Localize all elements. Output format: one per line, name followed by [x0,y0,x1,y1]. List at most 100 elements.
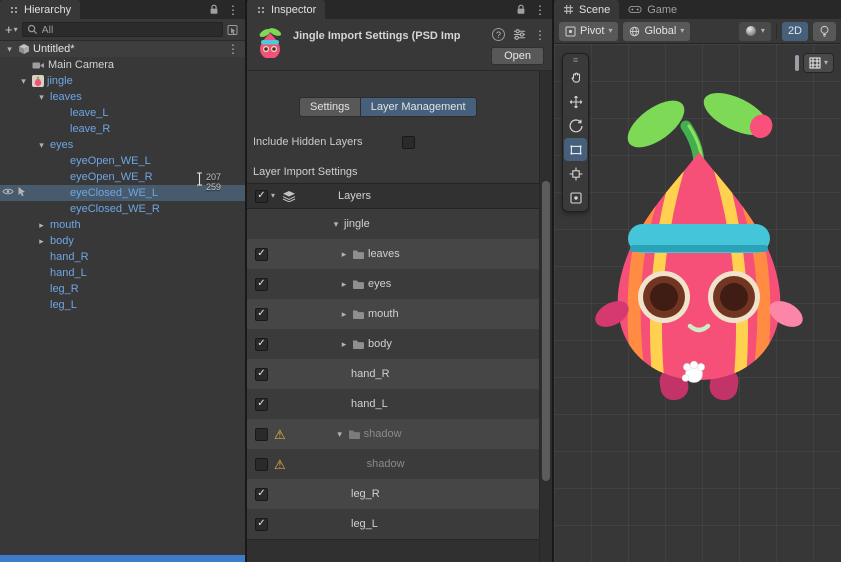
layer-row[interactable]: ✓ hand_R [247,359,539,389]
tab-label: Inspector [271,4,316,16]
rect-tool-selected[interactable] [564,138,587,161]
tab-inspector[interactable]: Inspector [247,0,325,19]
kebab-menu-icon[interactable]: ⋮ [227,43,239,55]
hierarchy-item[interactable]: leg_L [0,297,245,313]
layer-checkbox[interactable]: ✓ [255,518,268,531]
foldout-arrow[interactable]: ▸ [339,250,349,259]
layer-checkbox[interactable]: ✓ [255,278,268,291]
search-pick-icon[interactable] [227,24,240,36]
layer-row[interactable]: ✓ ▸ mouth [247,299,539,329]
layer-row[interactable]: ✓ hand_L [247,389,539,419]
presets-icon[interactable] [513,28,526,41]
rotate-tool[interactable] [564,114,587,137]
shading-mode-dropdown[interactable]: ▾ [739,22,771,41]
foldout-arrow[interactable]: ▸ [339,340,349,349]
foldout-arrow[interactable]: ▸ [339,310,349,319]
layer-checkbox[interactable]: ✓ [255,368,268,381]
foldout-arrow[interactable]: ▾ [36,141,47,150]
foldout-arrow[interactable]: ▸ [339,280,349,289]
tab-hierarchy[interactable]: Hierarchy [0,0,80,19]
foldout-arrow[interactable]: ▾ [36,93,47,102]
hierarchy-item[interactable]: ▾ jingle [0,73,245,89]
layer-row[interactable]: ✓ ▸ body [247,329,539,359]
chevron-down-icon: ▾ [608,27,612,35]
toggle-2d-button[interactable]: 2D [782,22,808,41]
hierarchy-item[interactable]: ▾ eyes [0,137,245,153]
overlay-drag-handle[interactable]: ≡ [564,55,587,65]
foldout-arrow[interactable]: ▸ [36,237,47,246]
visibility-eye-icon[interactable] [2,187,14,196]
foldout-arrow[interactable]: ▾ [331,220,341,229]
layer-checkbox[interactable]: ✓ [255,458,268,471]
layer-checkbox[interactable]: ✓ [255,248,268,261]
hierarchy-item[interactable]: eyeClosed_WE_R [0,201,245,217]
layer-row[interactable]: ▾ jingle [247,209,539,239]
hierarchy-item[interactable]: ▾ leaves [0,89,245,105]
folder-icon [352,279,365,290]
hierarchy-item[interactable]: leg_R [0,281,245,297]
scene-pick-icon[interactable] [17,186,27,197]
move-tool[interactable] [564,90,587,113]
open-button[interactable]: Open [491,47,544,65]
hierarchy-item[interactable]: eyeOpen_WE_L [0,153,245,169]
layer-row[interactable]: ✓ leg_L [247,509,539,539]
tab-game[interactable]: Game [619,0,686,19]
transform-tool[interactable] [564,162,587,185]
tab-settings[interactable]: Settings [299,97,360,117]
foldout-arrow[interactable]: ▾ [18,77,29,86]
jingle-character-sprite[interactable] [594,82,804,412]
hierarchy-item[interactable]: Main Camera [0,57,245,73]
layer-checkbox[interactable]: ✓ [255,308,268,321]
hierarchy-panel: Hierarchy ⋮ + ▾ [0,0,247,562]
custom-editor-tool[interactable] [564,186,587,209]
include-hidden-layers-checkbox[interactable]: ✓ [402,136,415,149]
kebab-menu-icon[interactable]: ⋮ [534,29,546,41]
tab-scene[interactable]: Scene [554,0,619,19]
tab-layer-management[interactable]: Layer Management [360,97,477,117]
scene-viewport[interactable]: ≡ [554,44,841,562]
scene-lighting-button[interactable] [813,22,836,41]
overlay-drag-handle[interactable] [795,55,799,71]
search-input[interactable] [42,24,218,36]
lock-icon[interactable] [515,3,527,16]
scrollbar-thumb[interactable] [542,181,550,481]
layers-master-checkbox[interactable]: ✓ [255,190,268,203]
layer-checkbox[interactable]: ✓ [255,488,268,501]
hierarchy-item[interactable]: leave_R [0,121,245,137]
lock-icon[interactable] [208,3,220,16]
scene-root-row[interactable]: ▾ Untitled* ⋮ [0,41,245,57]
chevron-down-icon[interactable]: ▾ [271,192,275,200]
layer-checkbox[interactable]: ✓ [255,338,268,351]
kebab-menu-icon[interactable]: ⋮ [534,4,546,16]
pivot-dropdown[interactable]: Pivot ▾ [559,22,618,41]
layer-row[interactable]: ✓ ▸ leaves [247,239,539,269]
hierarchy-search[interactable] [22,22,223,37]
hierarchy-item[interactable]: hand_R [0,249,245,265]
layer-row[interactable]: ✓ ▸ eyes [247,269,539,299]
help-icon[interactable]: ? [492,28,505,41]
folder-icon [352,309,365,320]
hierarchy-item[interactable]: ▸ body [0,233,245,249]
inspector-tabstrip: Inspector ⋮ [247,0,552,19]
global-dropdown[interactable]: Global ▾ [623,22,690,41]
chevron-down-icon: ▾ [680,27,684,35]
kebab-menu-icon[interactable]: ⋮ [227,4,239,16]
foldout-arrow[interactable]: ▸ [36,221,47,230]
layer-row[interactable]: ✓ ⚠ ▾ shadow [247,419,539,449]
add-object-button[interactable]: + ▾ [5,22,18,37]
scene-toolbar: Pivot ▾ Global ▾ ▾ 2D [554,19,841,44]
globe-icon [629,26,640,37]
hierarchy-item[interactable]: ▸ mouth [0,217,245,233]
inspector-scrollbar[interactable] [539,71,552,562]
foldout-arrow[interactable]: ▾ [4,45,15,54]
layer-row[interactable]: ✓ ⚠ shadow [247,449,539,479]
layer-checkbox[interactable]: ✓ [255,398,268,411]
view-hand-tool[interactable] [564,66,587,89]
layer-checkbox[interactable]: ✓ [255,428,268,441]
grid-visibility-dropdown[interactable]: ▾ [803,53,834,73]
scene-grid-icon [563,4,574,15]
hierarchy-item[interactable]: leave_L [0,105,245,121]
hierarchy-item[interactable]: hand_L [0,265,245,281]
foldout-arrow[interactable]: ▾ [335,430,345,439]
layer-row[interactable]: ✓ leg_R [247,479,539,509]
